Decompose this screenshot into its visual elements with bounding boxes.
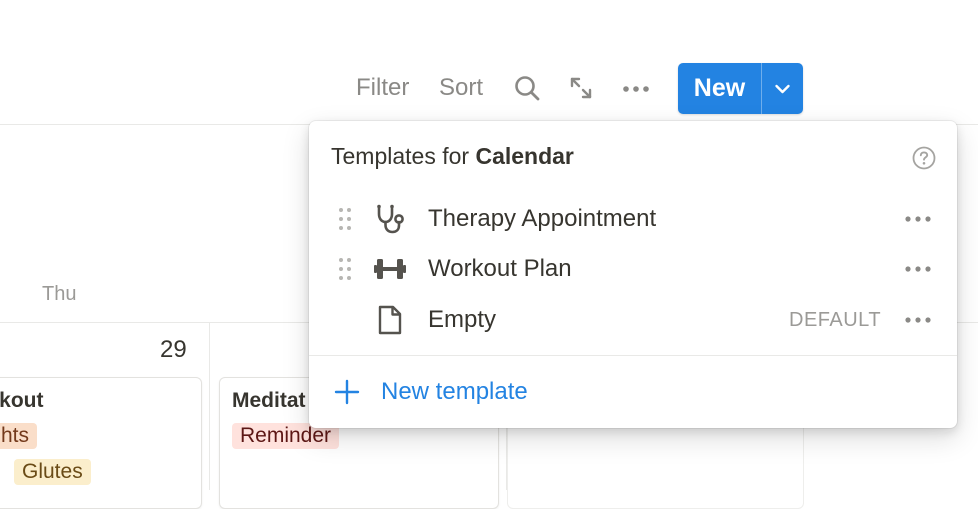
more-horizontal-icon[interactable] [903, 256, 933, 282]
popup-title-prefix: Templates for [331, 143, 476, 169]
template-label: Therapy Appointment [428, 205, 657, 232]
expand-arrows-icon[interactable] [565, 72, 597, 104]
sort-button[interactable]: Sort [439, 74, 483, 102]
event-tag: hts [0, 423, 38, 449]
templates-popup: Templates for Calendar Therapy Appointme… [309, 121, 957, 428]
default-badge: DEFAULT [789, 309, 882, 331]
popup-title: Templates for Calendar [331, 143, 574, 170]
new-template-label: New template [381, 378, 528, 405]
new-button-group: New [678, 63, 803, 114]
day-header-thu: Thu [42, 283, 77, 305]
question-circle-icon[interactable] [911, 145, 937, 171]
template-item-workout-plan[interactable]: Workout Plan [323, 244, 943, 292]
day-column-divider [209, 322, 210, 490]
template-item-empty[interactable]: Empty DEFAULT [323, 295, 943, 343]
search-icon[interactable] [511, 72, 543, 104]
template-item-therapy-appointment[interactable]: Therapy Appointment [323, 194, 943, 242]
drag-handle-icon[interactable] [337, 206, 353, 232]
database-toolbar: Filter Sort New [0, 62, 978, 114]
drag-handle-icon[interactable] [337, 256, 353, 282]
popup-divider [309, 355, 957, 356]
event-tag: Glutes [14, 459, 91, 485]
dumbbell-icon [374, 259, 406, 279]
event-title: rkout [0, 389, 44, 412]
template-label: Empty [428, 306, 497, 333]
new-button[interactable]: New [678, 63, 761, 114]
filter-button[interactable]: Filter [356, 74, 409, 102]
page-icon [378, 305, 402, 335]
stethoscope-icon [377, 204, 404, 234]
date-number: 29 [160, 336, 187, 363]
more-horizontal-icon[interactable] [903, 307, 933, 333]
event-title: Meditat [232, 389, 306, 412]
plus-icon [334, 379, 360, 405]
chevron-down-icon[interactable] [762, 63, 803, 114]
more-horizontal-icon[interactable] [903, 206, 933, 232]
popup-title-database: Calendar [475, 143, 574, 169]
more-horizontal-icon[interactable] [620, 72, 652, 104]
template-label: Workout Plan [428, 255, 572, 282]
event-card-workout[interactable]: rkout hts Glutes [0, 377, 202, 509]
new-template-button[interactable]: New template [323, 369, 943, 415]
